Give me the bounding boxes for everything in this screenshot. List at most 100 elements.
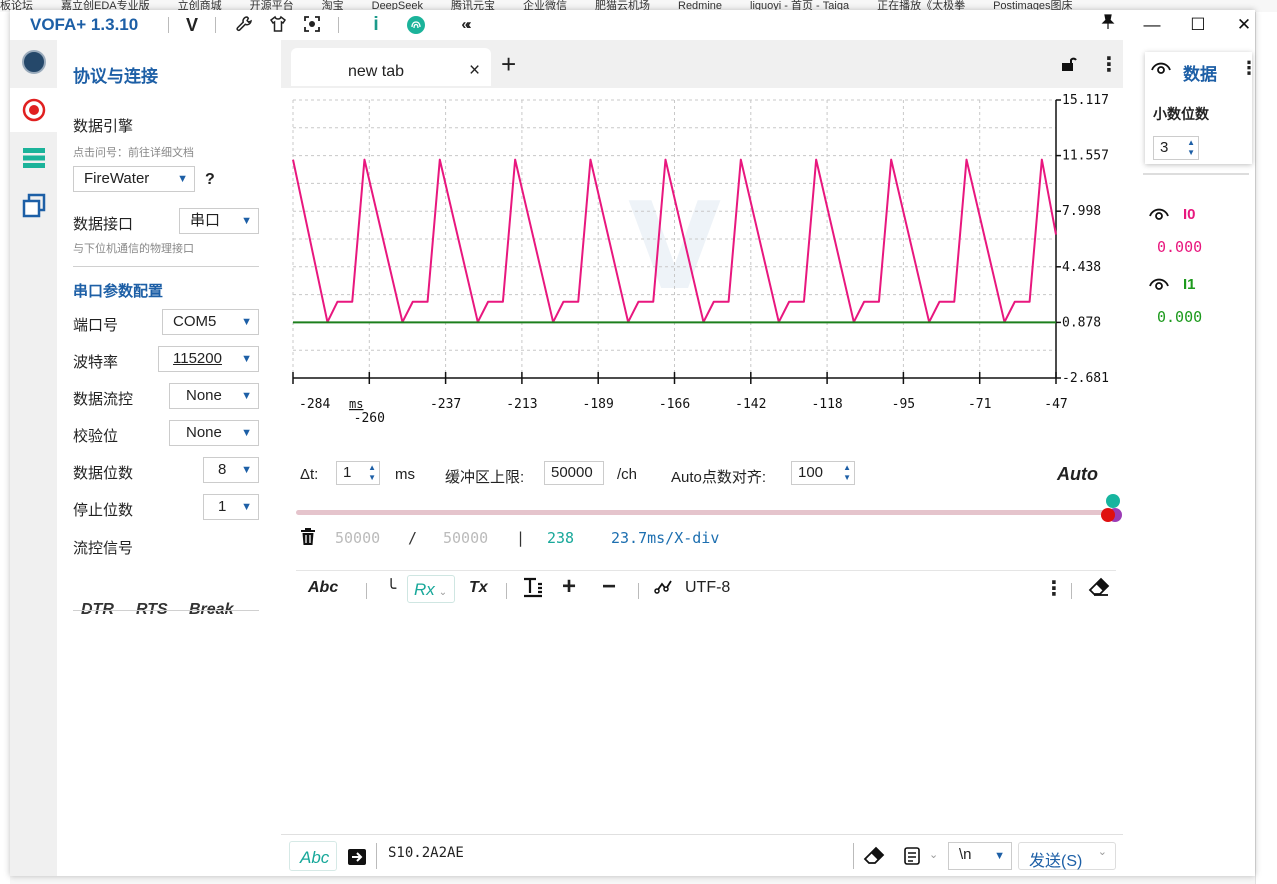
widgets-icon[interactable] [18,190,50,222]
buffer-input[interactable]: 50000 [544,461,604,485]
text-format-icon[interactable] [523,576,543,603]
baud-label: 波特率 [73,354,119,371]
dt-input[interactable]: 1 ▲ ▼ [336,461,380,485]
decimals-input[interactable]: 3 ▲ ▼ [1153,136,1199,160]
stepper-icon[interactable]: ▲ ▼ [1187,138,1195,158]
x-tick-label: -213 [506,397,537,412]
trash-icon[interactable] [300,528,316,550]
title-separator [168,17,169,33]
cursor-icon[interactable]: ╰ [386,579,396,599]
collapse-icon[interactable]: «‹ [455,15,475,35]
serial-config-heading: 串口参数配置 [73,283,164,300]
rx-label: Rx [414,580,435,599]
right-panel: 数据 ⋮ 小数位数 3 ▲ ▼ I0 0.000 I1 0.000 [1123,40,1258,876]
parity-select[interactable]: None ▼ [169,420,259,446]
data-bits-select[interactable]: 8 ▼ [203,457,259,483]
slider-track [296,510,1106,515]
minimize-button[interactable]: — [1137,14,1167,36]
chevron-down-icon: ▼ [994,850,1005,862]
dt-label: Δt: [300,466,319,483]
range-slider[interactable] [296,494,1122,522]
slider-handle-teal[interactable] [1106,494,1120,508]
stat-b: 50000 [443,529,489,547]
zoom-out-icon[interactable]: − [602,573,616,601]
protocol-icon[interactable] [18,94,50,126]
abc-button[interactable]: Abc [308,579,338,597]
stepper-icon[interactable]: ▲ ▼ [843,463,851,483]
tab-bar: new tab × + ⋮ [281,40,1123,88]
capture-icon[interactable] [302,15,322,35]
tab-close-icon[interactable]: × [469,60,480,82]
engine-select[interactable]: FireWater ▼ [73,166,195,192]
flow-control-select[interactable]: None ▼ [169,383,259,409]
shirt-icon[interactable] [268,15,288,35]
auto-align-input[interactable]: 100 ▲ ▼ [791,461,855,485]
decimals-value: 3 [1160,139,1169,156]
y-tick-label: 11.557 [1062,149,1109,164]
stop-bits-value: 1 [218,498,227,515]
info-icon[interactable]: i [366,15,386,35]
connection-status-icon[interactable] [18,46,50,78]
fingerprint-icon[interactable] [406,15,426,35]
eye-icon[interactable] [1151,60,1171,79]
more-icon[interactable]: ⋮ [1044,576,1064,601]
wrench-icon[interactable] [234,15,254,35]
title-bar: VOFA+ 1.3.10 V i «‹ — ☐ ✕ [10,10,1255,40]
interface-select[interactable]: 串口 ▼ [179,208,259,234]
close-button[interactable]: ✕ [1229,14,1259,36]
icon-rail [10,40,57,876]
tx-button[interactable]: Tx [469,579,488,597]
rx-button[interactable]: Rx ⌄ [407,575,455,603]
send-file-icon[interactable] [347,847,367,870]
left-panel: 协议与连接 数据引擎 点击问号：前往详细文档 FireWater ▼ ? 数据接口… [57,40,281,876]
divider [73,610,259,611]
chevron-down-icon: ▼ [241,501,252,513]
auto-button[interactable]: Auto [1057,464,1098,485]
title-separator [215,17,216,33]
eraser-icon[interactable] [1088,577,1110,602]
pin-icon[interactable] [1093,14,1123,36]
port-select[interactable]: COM5 ▼ [162,309,259,335]
unlock-icon[interactable] [1059,55,1077,76]
data-menu-icon[interactable]: ⋮ [1240,58,1258,79]
maximize-button[interactable]: ☐ [1183,14,1213,36]
x-tick-label: -166 [659,397,690,412]
chevron-down-icon: ▼ [241,316,252,328]
stepper-icon[interactable]: ▲ ▼ [368,463,376,483]
stats-row: 50000 / 50000 | 238 23.7ms/X-div [296,526,1106,550]
newline-select[interactable]: \n ▼ [948,842,1012,870]
vofa-logo-icon[interactable]: V [182,15,202,35]
send-format-button[interactable]: Abc [289,841,337,871]
tab-menu-icon[interactable]: ⋮ [1099,52,1119,77]
zoom-in-icon[interactable]: + [562,573,576,601]
interface-value: 串口 [190,212,221,229]
send-button[interactable]: 发送(S) ⌄ [1018,842,1116,870]
eye-icon[interactable] [1149,276,1169,295]
add-tab-button[interactable]: + [501,49,516,80]
x-tick-label: -237 [430,397,461,412]
data-settings-card: 数据 ⋮ 小数位数 3 ▲ ▼ [1145,52,1258,164]
data-list-icon[interactable] [18,142,50,174]
baud-select[interactable]: 115200 ▼ [158,346,259,372]
clear-input-icon[interactable] [863,846,885,869]
help-button[interactable]: ? [205,171,215,189]
chevron-down-icon: ▼ [241,390,252,402]
chevron-down-icon[interactable]: ⌄ [929,848,938,861]
y-tick-label: -2.681 [1062,371,1109,386]
tab-new-tab[interactable]: new tab × [291,48,491,86]
data-title: 数据 [1183,65,1217,84]
x-tick-label: -47 [1044,397,1067,412]
slider-handle-red[interactable] [1101,508,1115,522]
title-separator [338,17,339,33]
chevron-down-icon: ⌄ [1097,846,1107,858]
eye-icon[interactable] [1149,206,1169,225]
encoding-icon[interactable] [654,577,674,602]
encoding-label[interactable]: UTF-8 [685,579,730,597]
history-icon[interactable] [903,846,921,869]
waveform-chart[interactable]: V 15.117 11.557 7.998 4.438 0.878 -2.681 -284 -2… [281,88,1123,438]
channel-value: 0.000 [1157,308,1203,326]
stop-bits-select[interactable]: 1 ▼ [203,494,259,520]
stop-bits-label: 停止位数 [73,502,134,519]
port-label: 端口号 [73,317,119,334]
send-input[interactable]: S10.2A2AE [388,845,464,861]
